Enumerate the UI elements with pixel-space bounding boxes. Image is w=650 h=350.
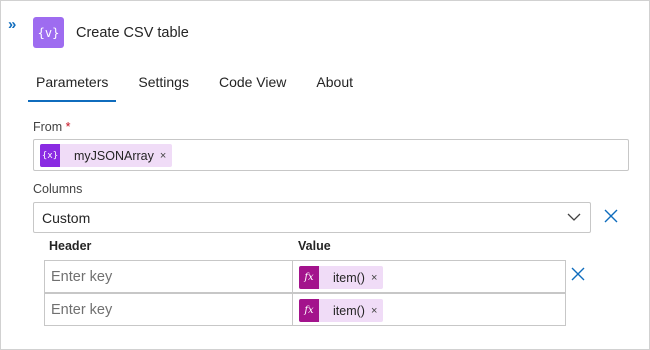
- close-icon[interactable]: [603, 208, 619, 224]
- function-icon: fx: [299, 299, 319, 322]
- from-label: From *: [33, 120, 71, 134]
- columns-label: Columns: [33, 182, 83, 196]
- token-label: item(): [333, 270, 365, 285]
- action-panel: » {v} Create CSV table Parameters Settin…: [0, 0, 650, 350]
- from-field[interactable]: {x} myJSONArray ×: [33, 139, 629, 171]
- variable-icon: {x}: [40, 144, 60, 167]
- value-column-title: Value: [298, 239, 331, 253]
- tab-settings[interactable]: Settings: [129, 71, 198, 102]
- token-label: myJSONArray: [74, 148, 154, 163]
- delete-row-icon[interactable]: [570, 266, 586, 282]
- tab-bar: Parameters Settings Code View About: [27, 71, 374, 102]
- table-row-key-cell: [44, 260, 293, 293]
- collapse-panel-icon[interactable]: »: [8, 17, 26, 33]
- table-row-key-cell: [44, 293, 293, 326]
- value-token[interactable]: fx item() ×: [299, 266, 384, 289]
- action-title: Create CSV table: [76, 25, 189, 41]
- required-mark: *: [65, 120, 71, 134]
- function-icon: fx: [299, 266, 319, 289]
- chevron-down-icon: [567, 213, 581, 221]
- remove-token-icon[interactable]: ×: [371, 305, 383, 317]
- key-input[interactable]: [45, 294, 292, 325]
- columns-dropdown[interactable]: Custom: [33, 202, 591, 233]
- remove-token-icon[interactable]: ×: [160, 150, 172, 162]
- header-column-title: Header: [49, 239, 92, 253]
- data-operation-icon: {v}: [33, 17, 64, 48]
- from-token[interactable]: {x} myJSONArray ×: [40, 144, 173, 167]
- value-token[interactable]: fx item() ×: [299, 299, 384, 322]
- remove-token-icon[interactable]: ×: [371, 272, 383, 284]
- tab-parameters[interactable]: Parameters: [27, 71, 117, 102]
- table-row-value-cell[interactable]: fx item() ×: [292, 293, 566, 326]
- tab-code-view[interactable]: Code View: [210, 71, 295, 102]
- table-row-value-cell[interactable]: fx item() ×: [292, 260, 566, 293]
- columns-dropdown-value: Custom: [42, 210, 91, 226]
- tab-about[interactable]: About: [307, 71, 362, 102]
- from-label-text: From: [33, 120, 63, 134]
- token-label: item(): [333, 303, 365, 318]
- key-input[interactable]: [45, 261, 292, 292]
